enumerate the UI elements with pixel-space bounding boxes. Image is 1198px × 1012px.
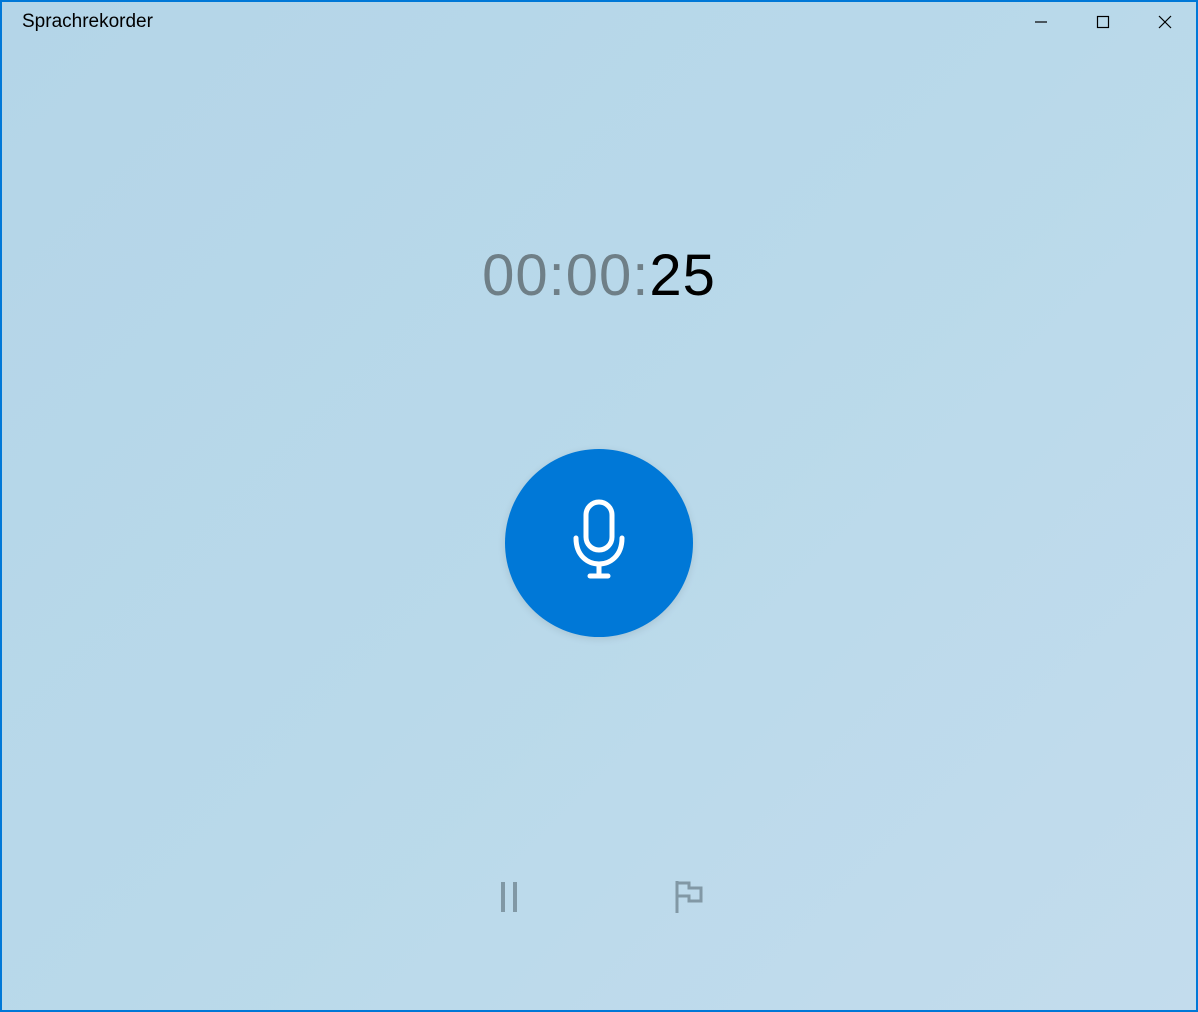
app-window: Sprachrekorder 00:00:25 [0,0,1198,1012]
maximize-button[interactable] [1072,2,1134,42]
flag-button[interactable] [669,877,709,917]
minimize-icon [1033,14,1049,30]
close-button[interactable] [1134,2,1196,42]
recording-timer: 00:00:25 [482,242,716,309]
maximize-icon [1095,14,1111,30]
timer-colon2: : [632,243,649,308]
main-content: 00:00:25 [2,42,1196,1010]
secondary-controls [489,877,709,917]
titlebar: Sprachrekorder [2,2,1196,42]
timer-seconds: 25 [649,243,716,308]
timer-minutes: 00 [566,243,633,308]
microphone-icon [564,498,634,588]
window-title: Sprachrekorder [22,11,153,33]
window-controls [1010,2,1196,42]
timer-colon1: : [549,243,566,308]
close-icon [1157,14,1173,30]
pause-icon [495,880,523,914]
timer-hours: 00 [482,243,549,308]
record-button[interactable] [505,449,693,637]
minimize-button[interactable] [1010,2,1072,42]
flag-icon [673,879,705,915]
pause-button[interactable] [489,877,529,917]
